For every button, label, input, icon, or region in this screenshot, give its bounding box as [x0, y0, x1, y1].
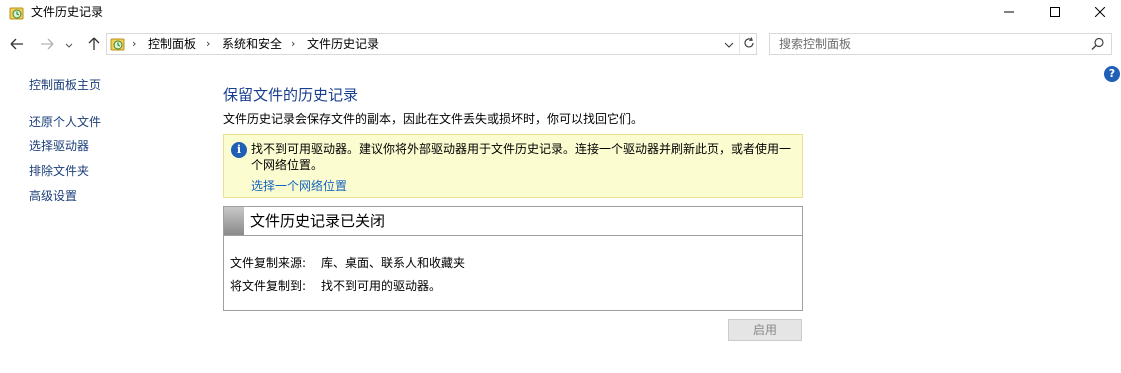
info-icon: i [231, 142, 247, 158]
info-message: 找不到可用驱动器。建议你将外部驱动器用于文件历史记录。连接一个驱动器并刷新此页，… [251, 142, 792, 172]
up-arrow-icon [88, 37, 100, 54]
forward-button[interactable] [37, 34, 57, 56]
chevron-down-icon [724, 37, 734, 51]
page-title: 保留文件的历史记录 [223, 86, 359, 104]
sidebar-home-link[interactable]: 控制面板主页 [29, 78, 101, 93]
status-header: 文件历史记录已关闭 [224, 207, 802, 236]
address-dropdown-button[interactable] [719, 34, 739, 54]
help-button[interactable]: ? [1104, 66, 1120, 82]
refresh-button[interactable] [739, 34, 758, 54]
copy-from-value: 库、桌面、联系人和收藏夹 [321, 256, 466, 270]
breadcrumb-system-security[interactable]: 系统和安全 [222, 37, 282, 52]
help-icon: ? [1108, 67, 1116, 80]
copy-to-value: 找不到可用的驱动器。 [321, 279, 442, 293]
page-description: 文件历史记录会保存文件的副本，因此在文件丢失或损坏时，你可以找回它们。 [223, 112, 644, 126]
breadcrumb-separator-icon: › [132, 37, 137, 50]
navigation-bar: › 控制面板 › 系统和安全 › 文件历史记录 搜索控制面板 [0, 30, 1121, 60]
maximize-icon [1050, 6, 1060, 20]
breadcrumb-control-panel[interactable]: 控制面板 [148, 37, 196, 52]
sidebar-item-restore-files[interactable]: 还原个人文件 [29, 115, 101, 130]
sidebar-item-advanced-settings[interactable]: 高级设置 [29, 189, 77, 204]
sidebar-item-select-drive[interactable]: 选择驱动器 [29, 139, 89, 154]
search-input[interactable]: 搜索控制面板 [779, 37, 851, 52]
copy-to-label: 将文件复制到: [230, 279, 307, 293]
breadcrumb-file-history[interactable]: 文件历史记录 [307, 37, 379, 52]
forward-arrow-icon [40, 38, 54, 53]
address-bar[interactable]: › 控制面板 › 系统和安全 › 文件历史记录 [106, 33, 757, 55]
status-panel: 文件历史记录已关闭 文件复制来源: 库、桌面、联系人和收藏夹 将文件复制到: 找… [223, 206, 803, 311]
close-icon [1094, 6, 1106, 20]
sidebar-item-exclude-folders[interactable]: 排除文件夹 [29, 164, 89, 179]
up-button[interactable] [84, 34, 104, 56]
copy-from-label: 文件复制来源: [230, 256, 307, 270]
minimize-button[interactable] [986, 0, 1032, 26]
status-indicator [224, 207, 244, 235]
status-title: 文件历史记录已关闭 [250, 212, 386, 230]
file-history-icon [110, 36, 126, 52]
window-title: 文件历史记录 [31, 5, 104, 19]
enable-button[interactable]: 启用 [728, 319, 802, 341]
recent-locations-button[interactable] [62, 34, 76, 56]
file-history-icon [9, 5, 25, 21]
back-arrow-icon [10, 38, 24, 53]
back-button[interactable] [7, 34, 27, 56]
search-icon [1091, 37, 1105, 51]
minimize-icon [1004, 6, 1014, 20]
breadcrumb-separator-icon: › [206, 37, 211, 50]
breadcrumb-separator-icon: › [291, 37, 296, 50]
search-box[interactable]: 搜索控制面板 [769, 33, 1112, 55]
close-button[interactable] [1077, 0, 1121, 26]
chevron-down-icon [65, 38, 73, 52]
select-network-location-link[interactable]: 选择一个网络位置 [251, 178, 347, 194]
refresh-icon [743, 36, 755, 52]
info-banner: i 找不到可用驱动器。建议你将外部驱动器用于文件历史记录。连接一个驱动器并刷新此… [223, 134, 803, 198]
title-bar: 文件历史记录 [0, 0, 1121, 26]
maximize-button[interactable] [1032, 0, 1078, 26]
